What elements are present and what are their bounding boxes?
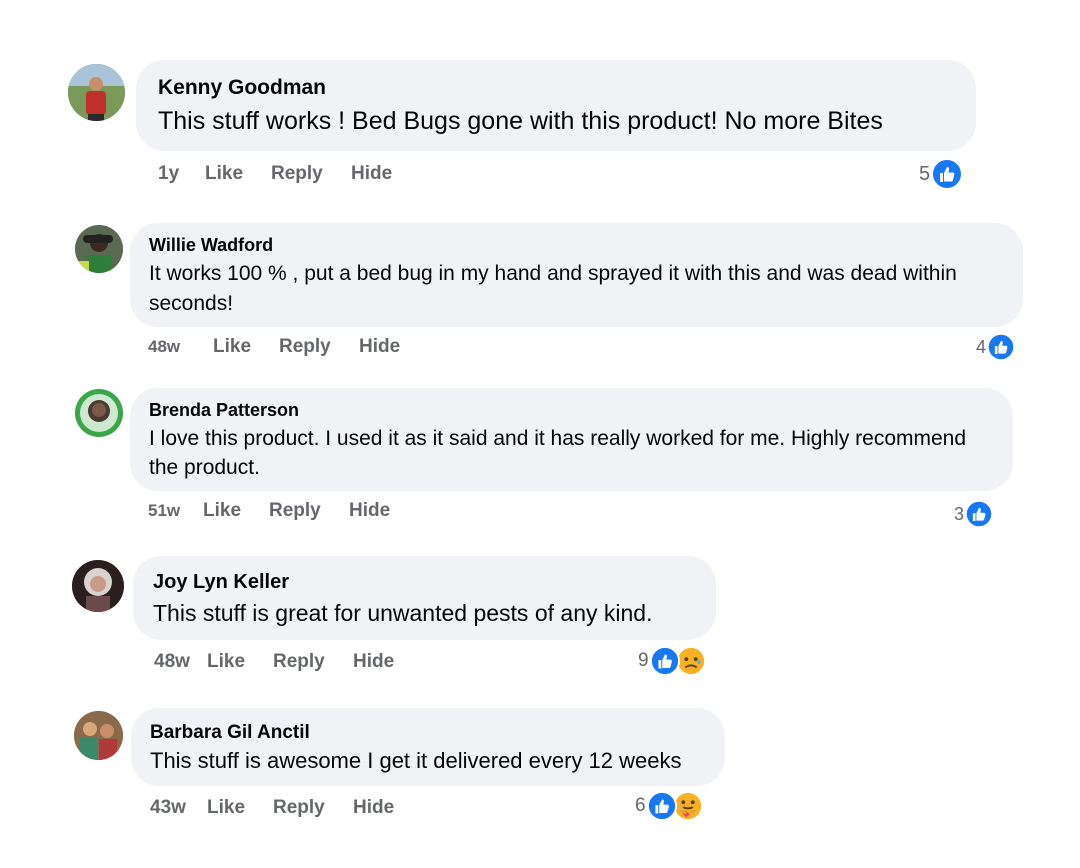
comment-bubble: Brenda Patterson I love this product. I … <box>130 388 1013 491</box>
comment-text: This stuff is great for unwanted pests o… <box>153 600 653 626</box>
like-button[interactable]: Like <box>203 500 241 522</box>
comment-timestamp[interactable]: 43w <box>150 797 186 819</box>
comment-author[interactable]: Willie Wadford <box>149 235 273 256</box>
hide-button[interactable]: Hide <box>353 797 394 819</box>
comment-text: I love this product. I used it as it sai… <box>149 427 967 479</box>
comment-timestamp[interactable]: 48w <box>148 337 180 357</box>
like-icon <box>646 791 677 821</box>
like-icon <box>649 646 680 676</box>
reply-button[interactable]: Reply <box>269 500 321 522</box>
like-icon <box>931 158 964 190</box>
comment-bubble: Joy Lyn Keller This stuff is great for u… <box>133 556 716 640</box>
hide-button[interactable]: Hide <box>353 651 394 673</box>
sad-face-icon <box>675 646 706 676</box>
hide-button[interactable]: Hide <box>351 163 392 185</box>
comment-text: This stuff works ! Bed Bugs gone with th… <box>158 107 883 135</box>
avatar[interactable] <box>75 225 123 273</box>
comment-author[interactable]: Joy Lyn Keller <box>153 571 289 594</box>
reaction-summary[interactable]: 5 <box>919 158 964 190</box>
comment-bubble: Willie Wadford It works 100 % , put a be… <box>130 223 1023 327</box>
reaction-count: 4 <box>976 336 987 357</box>
avatar[interactable] <box>74 711 123 760</box>
comment-timestamp[interactable]: 48w <box>154 651 190 673</box>
reaction-summary[interactable]: 3 <box>954 500 994 528</box>
reply-button[interactable]: Reply <box>279 336 331 358</box>
reaction-summary[interactable]: 4 <box>976 333 1016 361</box>
comment-bubble: Kenny Goodman This stuff works ! Bed Bug… <box>136 60 976 151</box>
reaction-summary[interactable]: 9 <box>638 646 706 676</box>
like-icon <box>987 333 1016 361</box>
comment-timestamp[interactable]: 51w <box>148 501 180 521</box>
care-hug-icon <box>672 791 703 821</box>
like-button[interactable]: Like <box>207 651 245 673</box>
avatar[interactable] <box>75 389 123 437</box>
like-button[interactable]: Like <box>207 797 245 819</box>
reply-button[interactable]: Reply <box>271 163 323 185</box>
reaction-count: 9 <box>638 650 649 671</box>
like-button[interactable]: Like <box>205 163 243 185</box>
comment-timestamp[interactable]: 1y <box>158 163 179 185</box>
like-icon <box>965 500 994 528</box>
reaction-summary[interactable]: 6 <box>635 791 703 821</box>
like-button[interactable]: Like <box>213 336 251 358</box>
comment-text: This stuff is awesome I get it delivered… <box>150 748 682 773</box>
comment-author[interactable]: Kenny Goodman <box>158 76 326 100</box>
avatar[interactable] <box>68 64 125 121</box>
comment-author[interactable]: Barbara Gil Anctil <box>150 722 310 744</box>
comment-author[interactable]: Brenda Patterson <box>149 400 299 421</box>
reply-button[interactable]: Reply <box>273 797 325 819</box>
hide-button[interactable]: Hide <box>349 500 390 522</box>
avatar[interactable] <box>72 560 124 612</box>
reaction-count: 3 <box>954 503 965 524</box>
reaction-count: 6 <box>635 795 646 816</box>
reply-button[interactable]: Reply <box>273 651 325 673</box>
reaction-count: 5 <box>919 162 931 185</box>
hide-button[interactable]: Hide <box>359 336 400 358</box>
comment-text: It works 100 % , put a bed bug in my han… <box>149 262 957 315</box>
comment-bubble: Barbara Gil Anctil This stuff is awesome… <box>131 708 725 786</box>
